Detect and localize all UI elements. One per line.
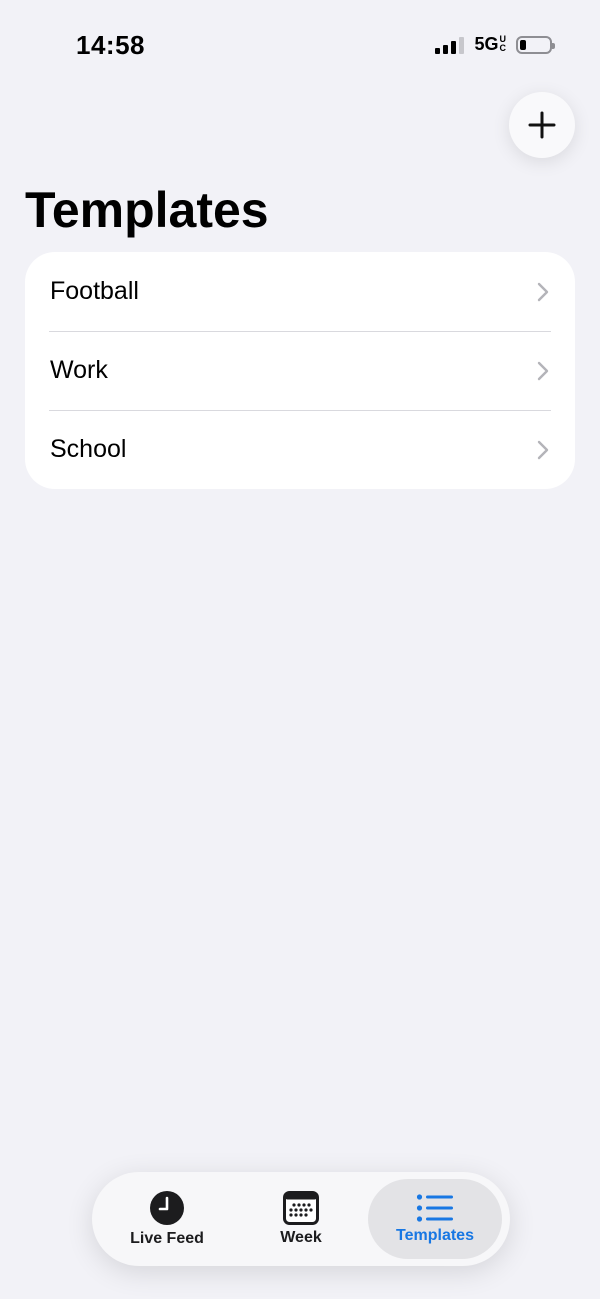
tab-label: Live Feed <box>130 1230 204 1247</box>
battery-icon <box>516 35 555 54</box>
status-bar: 14:58 5G U C <box>0 0 600 90</box>
network-suffix-bottom: C <box>499 43 507 53</box>
chevron-right-icon <box>537 440 549 459</box>
clock-icon <box>150 1191 184 1225</box>
calendar-icon <box>283 1191 319 1225</box>
tab-templates[interactable]: Templates <box>368 1179 502 1259</box>
network-label: 5G <box>474 34 499 54</box>
template-item-football[interactable]: Football <box>25 252 575 331</box>
tab-bar: Live Feed Week Templates <box>92 1172 510 1266</box>
template-item-school[interactable]: School <box>25 410 575 489</box>
tab-label: Templates <box>396 1227 474 1244</box>
chevron-right-icon <box>537 361 549 380</box>
status-time: 14:58 <box>76 30 145 60</box>
tab-live-feed[interactable]: Live Feed <box>100 1179 234 1259</box>
templates-list: Football Work School <box>25 252 575 489</box>
status-indicators: 5G U C <box>435 34 555 55</box>
template-item-label: Work <box>50 356 108 384</box>
battery-level <box>520 39 526 50</box>
tab-label: Week <box>280 1229 322 1246</box>
network-type: 5G U C <box>474 34 506 55</box>
template-item-label: School <box>50 435 127 463</box>
page-title: Templates <box>25 182 269 238</box>
chevron-right-icon <box>537 282 549 301</box>
plus-icon <box>528 111 556 139</box>
template-item-work[interactable]: Work <box>25 331 575 410</box>
cellular-signal-icon <box>435 36 465 54</box>
add-template-button[interactable] <box>509 92 575 158</box>
network-suffix: U C <box>500 35 507 53</box>
template-item-label: Football <box>50 277 139 305</box>
list-icon <box>416 1194 453 1222</box>
tab-week[interactable]: Week <box>234 1179 368 1259</box>
